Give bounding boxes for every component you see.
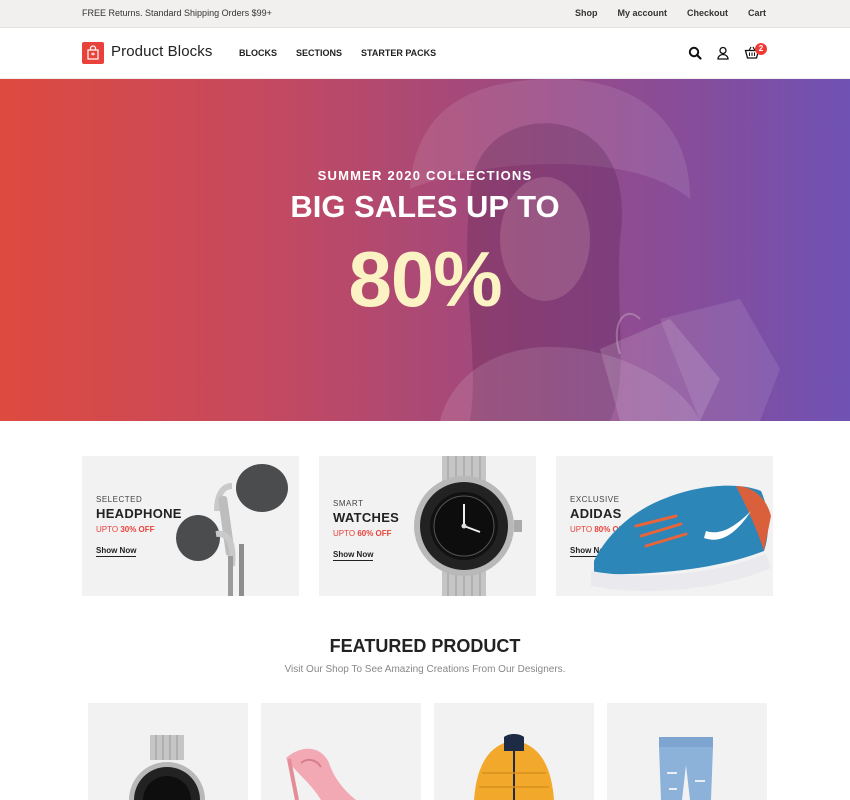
sneaker-image xyxy=(591,485,771,591)
top-link-cart[interactable]: Cart xyxy=(748,8,766,18)
featured-title: FEATURED PRODUCT xyxy=(329,636,521,656)
top-bar: FREE Returns. Standard Shipping Orders $… xyxy=(0,0,850,28)
brand-name[interactable]: Product Blocks xyxy=(111,43,212,60)
product-card-jacket[interactable] xyxy=(434,703,594,800)
jacket-image xyxy=(474,734,554,800)
watch-image xyxy=(414,456,522,596)
heels-image xyxy=(286,748,356,800)
cart-count-badge: 2 xyxy=(755,43,767,55)
show-now-link[interactable]: Show Now xyxy=(333,550,374,561)
logo-bag-icon[interactable] xyxy=(82,42,104,64)
headphone-image xyxy=(176,464,288,596)
category-deal: UPTO 60% OFF xyxy=(333,529,392,538)
search-icon[interactable] xyxy=(687,45,703,61)
category-eyebrow: SELECTED xyxy=(96,495,143,504)
top-link-shop[interactable]: Shop xyxy=(575,8,598,18)
jeans-image xyxy=(659,737,713,800)
watch-image xyxy=(129,735,205,800)
product-card-jeans[interactable] xyxy=(607,703,767,800)
category-card-headphone[interactable]: SELECTED HEADPHONE UPTO 30% OFF Show Now xyxy=(82,456,299,596)
product-card-watch[interactable] xyxy=(88,703,248,800)
hero-banner: SUMMER 2020 COLLECTIONS BIG SALES UP TO … xyxy=(0,79,850,421)
product-card-heels[interactable] xyxy=(261,703,421,800)
user-icon[interactable] xyxy=(715,45,731,61)
show-now-link[interactable]: Show Now xyxy=(96,546,137,557)
category-card-watches[interactable]: SMART WATCHES UPTO 60% OFF Show Now xyxy=(319,456,536,596)
hero-title: BIG SALES UP TO xyxy=(290,189,560,224)
hero-subtitle: SUMMER 2020 COLLECTIONS xyxy=(317,168,533,183)
main-nav: BLOCKS SECTIONS STARTER PACKS xyxy=(239,48,455,58)
hero-percent: 80% xyxy=(348,235,502,323)
category-card-adidas[interactable]: EXCLUSIVE ADIDAS UPTO 80% OFF Show Now xyxy=(556,456,773,596)
site-header: Product Blocks BLOCKS SECTIONS STARTER P… xyxy=(0,28,850,79)
featured-subtitle: Visit Our Shop To See Amazing Creations … xyxy=(284,664,566,675)
promo-text: FREE Returns. Standard Shipping Orders $… xyxy=(82,8,272,18)
nav-blocks[interactable]: BLOCKS xyxy=(239,48,277,58)
top-links: Shop My account Checkout Cart xyxy=(555,8,766,18)
nav-sections[interactable]: SECTIONS xyxy=(296,48,342,58)
category-title: HEADPHONE xyxy=(96,506,182,521)
nav-starter-packs[interactable]: STARTER PACKS xyxy=(361,48,436,58)
category-title: WATCHES xyxy=(333,510,400,525)
category-eyebrow: SMART xyxy=(333,499,364,508)
top-link-my-account[interactable]: My account xyxy=(617,8,667,18)
top-link-checkout[interactable]: Checkout xyxy=(687,8,728,18)
category-deal: UPTO 30% OFF xyxy=(96,525,155,534)
